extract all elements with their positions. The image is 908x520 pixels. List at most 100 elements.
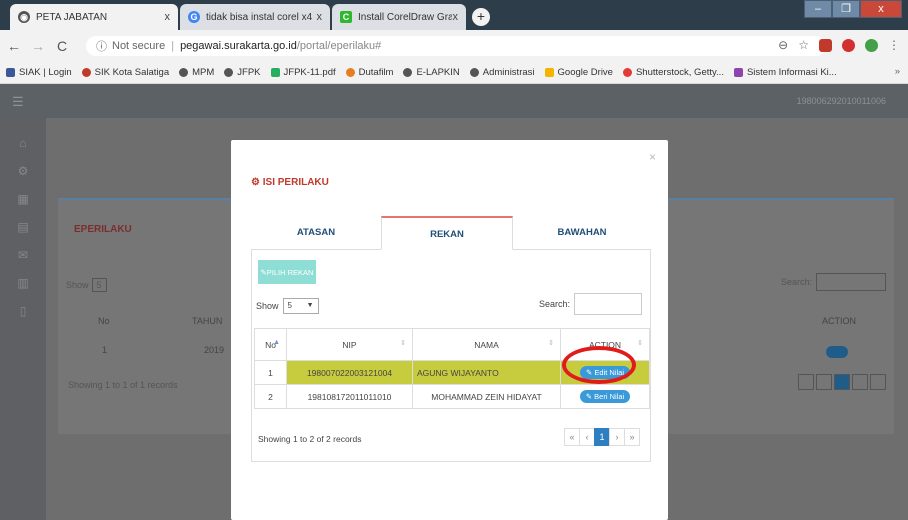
bookmark-icon	[6, 68, 15, 77]
length-control: Show 5 ▼	[256, 298, 319, 314]
card-records-info: Showing 1 to 1 of 1 records	[68, 380, 178, 390]
browser-tab-coreldraw[interactable]: C Install CorelDraw Graphics Suite x	[332, 4, 466, 30]
mail-icon[interactable]: ✉	[0, 248, 46, 266]
adblock-icon[interactable]	[842, 38, 855, 52]
zoom-icon[interactable]: ⊖	[778, 38, 788, 52]
tab-title: PETA JABATAN	[36, 11, 108, 23]
pager-first[interactable]: «	[564, 428, 580, 446]
column-header-tahun[interactable]: TAHUN	[192, 316, 222, 326]
settings-icon: ⚙	[251, 177, 263, 188]
page-icon[interactable]: ▯	[0, 304, 46, 322]
table-row: 2 198108172011011010 MOHAMMAD ZEIN HIDAY…	[254, 384, 650, 409]
pager-prev[interactable]: ‹	[579, 428, 595, 446]
column-header-nip[interactable]: NIP ⇕	[286, 328, 413, 361]
document-icon[interactable]: ▤	[0, 220, 46, 238]
url-field[interactable]: ⓘ Not secure | pegawai.surakarta.go.id/p…	[86, 36, 826, 56]
back-icon[interactable]: ←	[4, 38, 24, 54]
pager-first[interactable]	[798, 374, 814, 390]
close-tab-icon[interactable]: x	[317, 11, 323, 23]
card-length-control: Show 5	[66, 278, 107, 292]
cell-action: ✎ Beri Nilai	[560, 384, 650, 409]
profile-avatar-icon[interactable]	[865, 38, 878, 52]
close-tab-icon[interactable]: x	[165, 11, 171, 23]
row-no: 1	[102, 345, 108, 355]
cell-nip: 198007022003121004	[286, 360, 413, 385]
card-pagination	[796, 374, 886, 390]
pilih-rekan-button[interactable]: ✎ PILIH REKAN	[258, 260, 316, 284]
tab-bawahan[interactable]: BAWAHAN	[513, 216, 651, 250]
card-search: Search:	[781, 273, 886, 291]
pager-last[interactable]: »	[624, 428, 640, 446]
security-status: Not secure	[112, 40, 166, 52]
bookmark-item[interactable]: Sistem Informasi Ki...	[733, 67, 837, 78]
pagination: « ‹ 1 › »	[564, 428, 640, 446]
shutterstock-icon	[622, 68, 632, 77]
extension-icon[interactable]	[819, 38, 832, 52]
bookmark-item[interactable]: SIAK | Login	[6, 67, 72, 78]
tab-title: tidak bisa instal corel x4 di windo	[206, 11, 312, 23]
column-header-no[interactable]: No ▲	[254, 328, 287, 361]
pager-next[interactable]: ›	[609, 428, 625, 446]
bookmark-item[interactable]: SIK Kota Salatiga	[81, 67, 169, 78]
bookmark-item[interactable]: Shutterstock, Getty...	[622, 67, 724, 78]
pager-last[interactable]	[870, 374, 886, 390]
card-title: EPERILAKU	[74, 224, 132, 235]
bookmark-star-icon[interactable]: ☆	[798, 38, 809, 52]
home-icon[interactable]: ⌂	[0, 136, 46, 154]
pager-page[interactable]	[834, 374, 850, 390]
bookmark-item[interactable]: E-LAPKIN	[403, 67, 460, 78]
browser-menu-icon[interactable]: ⋮	[888, 38, 900, 52]
forward-icon[interactable]: →	[28, 38, 48, 54]
close-tab-icon[interactable]: x	[453, 11, 459, 23]
row-action-button[interactable]	[826, 346, 848, 358]
minimize-button[interactable]: –	[804, 0, 832, 18]
modal-close-button[interactable]: ×	[649, 150, 656, 164]
column-header-no[interactable]: No	[98, 316, 110, 326]
tab-rekan[interactable]: REKAN	[381, 216, 513, 250]
more-bookmarks-button[interactable]: »	[895, 66, 900, 77]
pager-prev[interactable]	[816, 374, 832, 390]
bookmark-item[interactable]: MPM	[179, 67, 214, 78]
user-id-label: 198006292010011006	[796, 96, 886, 106]
grid-icon[interactable]: ▥	[0, 276, 46, 294]
file-icon	[270, 68, 280, 77]
pencil-icon: ✎	[585, 392, 595, 401]
length-select[interactable]: 5 ▼	[282, 298, 319, 314]
bookmark-item[interactable]: Dutafilm	[345, 67, 393, 78]
tab-atasan[interactable]: ATASAN	[251, 216, 381, 250]
new-tab-button[interactable]: +	[472, 8, 490, 26]
beri-nilai-button[interactable]: ✎ Beri Nilai	[579, 390, 631, 403]
app-sidebar: ⌂ ⚙ ▦ ▤ ✉ ▥ ▯	[0, 118, 46, 520]
restore-button[interactable]: ❐	[832, 0, 860, 18]
globe-icon	[179, 68, 189, 77]
annotation-circle	[562, 346, 636, 384]
app-top-navbar: ☰ 198006292010011006	[0, 84, 908, 118]
caret-down-icon: ▼	[306, 302, 314, 309]
browser-tab-peta-jabatan[interactable]: ◉ PETA JABATAN x	[10, 4, 178, 30]
hamburger-menu-icon[interactable]: ☰	[12, 94, 24, 110]
bookmarks-bar: SIAK | Login SIK Kota Salatiga MPM JFPK …	[0, 62, 908, 84]
modal-title: ⚙ ISI PERILAKU	[251, 177, 329, 188]
column-header-nama[interactable]: NAMA ⇕	[412, 328, 561, 361]
column-header-action[interactable]: ACTION	[822, 316, 856, 326]
bookmark-icon	[81, 68, 91, 77]
card-length-select[interactable]: 5	[91, 278, 107, 292]
browser-tab-google[interactable]: G tidak bisa instal corel x4 di windo x	[180, 4, 330, 30]
modal-tabs: ATASAN REKAN BAWAHAN	[251, 216, 651, 250]
address-bar-row: ← → C ⓘ Not secure | pegawai.surakarta.g…	[0, 30, 908, 62]
search-input[interactable]	[574, 293, 642, 315]
pager-current-page[interactable]: 1	[594, 428, 610, 446]
info-icon[interactable]: ⓘ	[96, 38, 107, 54]
bookmark-item[interactable]: JFPK	[224, 67, 261, 78]
row-tahun: 2019	[204, 345, 225, 355]
bookmark-item[interactable]: Administrasi	[469, 67, 535, 78]
pager-next[interactable]	[852, 374, 868, 390]
bookmark-item[interactable]: Google Drive	[544, 67, 613, 78]
bookmark-item[interactable]: JFPK-11.pdf	[270, 67, 336, 78]
reload-icon[interactable]: C	[52, 38, 72, 54]
window-close-button[interactable]: x	[860, 0, 902, 18]
window-controls: – ❐ x	[804, 0, 902, 18]
gear-icon[interactable]: ⚙	[0, 164, 46, 182]
calendar-icon[interactable]: ▦	[0, 192, 46, 210]
card-search-input[interactable]	[816, 273, 886, 291]
